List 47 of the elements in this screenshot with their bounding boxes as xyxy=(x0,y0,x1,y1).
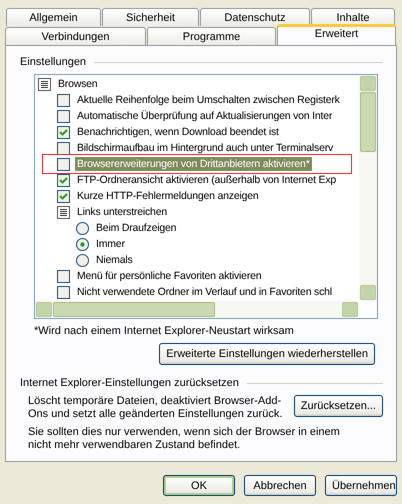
setting-label[interactable]: Nicht verwendete Ordner im Verlauf und in Favoriten schl xyxy=(75,285,334,299)
radio-button[interactable] xyxy=(76,238,89,250)
radio-button[interactable] xyxy=(76,222,89,234)
setting-label[interactable]: Kurze HTTP-Fehlermeldungen anzeigen xyxy=(75,189,261,203)
horizontal-scrollbar[interactable] xyxy=(35,301,359,318)
setting-label[interactable]: Menü für persönliche Favoriten aktivieren xyxy=(75,269,264,283)
setting-label[interactable]: Benachrichtigen, wenn Download beendet ist xyxy=(75,125,281,139)
checkbox[interactable] xyxy=(57,158,70,170)
setting-label[interactable]: Beim Draufzeigen xyxy=(94,221,178,235)
tab[interactable]: Erweitert xyxy=(277,24,396,45)
dialog-button[interactable]: OK xyxy=(163,475,235,496)
checkbox[interactable] xyxy=(57,190,70,202)
setting-label[interactable]: Browsererweiterungen von Drittanbietern aktivieren* xyxy=(75,157,312,171)
radio-button[interactable] xyxy=(76,254,89,266)
setting-label[interactable]: Browsen xyxy=(56,77,100,91)
setting-label[interactable]: Aktuelle Reihenfolge beim Umschalten zwischen Registerk xyxy=(75,93,342,107)
checkbox[interactable] xyxy=(57,174,70,186)
tab[interactable]: Verbindungen xyxy=(5,27,146,45)
reset-button[interactable]: Zurücksetzen... xyxy=(294,395,383,417)
setting-label[interactable]: Bildschirmaufbau im Hintergrund auch unter Terminalserv xyxy=(75,141,336,155)
checkbox[interactable] xyxy=(57,286,70,298)
group-title: Internet Explorer-Einstellungen zurücksetzen xyxy=(20,377,239,389)
setting-label[interactable]: Immer xyxy=(94,237,127,251)
checkbox[interactable] xyxy=(57,270,70,282)
reset-description: Löscht temporäre Dateien, deaktiviert Browser-Add-Ons und setzt alle geänderten Einstellungen zurück. xyxy=(28,395,284,421)
settings-list[interactable] xyxy=(34,74,378,319)
tab[interactable]: Programme xyxy=(147,27,276,45)
checkbox[interactable] xyxy=(57,126,70,138)
setting-label[interactable]: Niemals xyxy=(94,253,135,267)
reset-note: Sie sollten dies nur verwenden, wenn sich der Browser in einem nicht mehr verwendbaren Zustand befindet. xyxy=(28,426,341,452)
dialog-button[interactable]: Abbrechen xyxy=(244,475,316,496)
checkbox[interactable] xyxy=(57,94,70,106)
setting-label[interactable]: Automatische Überprüfung auf Aktualisierungen von Inter xyxy=(75,109,334,123)
vertical-scrollbar[interactable] xyxy=(359,75,377,301)
dialog-button[interactable]: Übernehmen xyxy=(325,475,397,496)
list-icon xyxy=(57,206,70,218)
setting-label[interactable]: Links unterstreichen xyxy=(75,205,169,219)
tab[interactable]: Sicherheit xyxy=(102,8,199,26)
group-title: Einstellungen xyxy=(20,56,86,68)
checkbox[interactable] xyxy=(57,110,70,122)
setting-label[interactable]: FTP-Ordneransicht aktivieren (außerhalb von Internet Exp xyxy=(75,173,338,187)
tab[interactable]: Allgemein xyxy=(6,8,101,26)
tab[interactable]: Datenschutz xyxy=(200,8,310,26)
checkbox[interactable] xyxy=(57,142,70,154)
list-icon xyxy=(38,78,51,90)
footnote: *Wird nach einem Internet Explorer-Neustart wirksam xyxy=(34,325,295,337)
restore-button[interactable]: Erweiterte Einstellungen wiederherstellen xyxy=(159,343,375,365)
